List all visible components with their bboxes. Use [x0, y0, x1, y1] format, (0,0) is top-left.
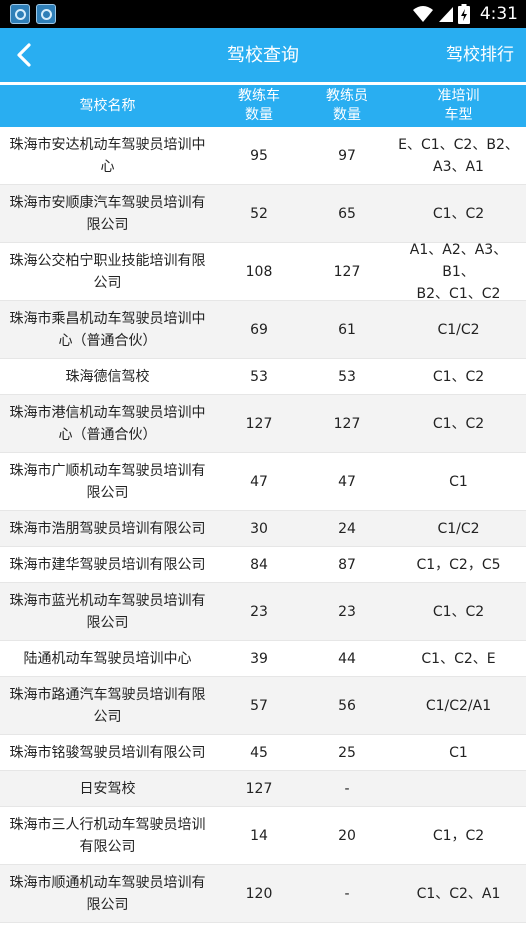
school-name: 珠海市安达机动车驾驶员培训中心 [9, 136, 206, 175]
school-name: 珠海市路通汽车驾驶员培训有限 公司 [9, 686, 206, 725]
vehicle-types: C1、C2 [432, 368, 485, 385]
vehicle-types: C1/C2/A1 [425, 697, 492, 714]
table-row[interactable]: 珠海公交柏宁职业技能培训有限 公司 108 127 A1、A2、A3、B1、 B2、… [0, 241, 526, 302]
car-count: 120 [245, 885, 273, 902]
vehicle-types: C1，C2，C5 [416, 556, 501, 573]
school-name: 珠海德信驾校 [65, 368, 150, 385]
table-row[interactable]: 珠海市浩朋驾驶员培训有限公司 30 24 C1/C2 [0, 511, 526, 547]
car-count: 69 [250, 321, 268, 338]
school-name: 珠海公交柏宁职业技能培训有限 公司 [9, 252, 206, 291]
car-count: 52 [250, 205, 268, 222]
vehicle-types: C1 [449, 744, 468, 761]
car-count: 47 [250, 473, 268, 490]
car-count: 127 [245, 415, 273, 432]
vehicle-types: C1、C2 [432, 415, 485, 432]
coach-count: 24 [338, 520, 356, 537]
coach-count: 97 [338, 147, 356, 164]
table-header: 驾校名称 教练车 数量 教练员 数量 准培训 车型 [0, 85, 526, 127]
school-ranking-button[interactable]: 驾校排行 [446, 28, 514, 83]
vehicle-types: C1、C2、E [421, 650, 496, 667]
car-count: 108 [245, 263, 273, 280]
school-name: 珠海市浩朋驾驶员培训有限公司 [9, 520, 206, 537]
school-table: 珠海市安达机动车驾驶员培训中心 95 97 E、C1、C2、B2、 A3、A1 珠… [0, 127, 526, 923]
table-row[interactable]: 珠海市路通汽车驾驶员培训有限 公司 57 56 C1/C2/A1 [0, 677, 526, 735]
vehicle-types: C1/C2 [437, 321, 480, 338]
coach-count: 61 [338, 321, 356, 338]
car-count: 14 [250, 827, 268, 844]
vehicle-types: C1 [449, 473, 468, 490]
table-row[interactable]: 珠海德信驾校 53 53 C1、C2 [0, 359, 526, 395]
table-row[interactable]: 珠海市安达机动车驾驶员培训中心 95 97 E、C1、C2、B2、 A3、A1 [0, 127, 526, 185]
car-count: 57 [250, 697, 268, 714]
battery-icon [457, 4, 470, 24]
coach-count: 87 [338, 556, 356, 573]
signal-icon [438, 7, 453, 22]
coach-count: 127 [333, 415, 361, 432]
car-count: 127 [245, 780, 273, 797]
column-header-school-name: 驾校名称 [79, 97, 136, 114]
school-name: 珠海市建华驾驶员培训有限公司 [9, 556, 206, 573]
school-name: 珠海市乘昌机动车驾驶员培训中 心（普通合伙） [9, 310, 206, 349]
car-count: 30 [250, 520, 268, 537]
school-name: 珠海市铭骏驾驶员培训有限公司 [9, 744, 206, 761]
table-row[interactable]: 日安驾校 127 - [0, 771, 526, 807]
vehicle-types: C1/C2 [437, 520, 480, 537]
school-name: 珠海市顺通机动车驾驶员培训有 限公司 [9, 874, 206, 913]
table-row[interactable]: 珠海市建华驾驶员培训有限公司 84 87 C1，C2，C5 [0, 547, 526, 583]
wifi-icon [412, 6, 433, 22]
coach-count: - [344, 885, 350, 902]
school-name: 珠海市三人行机动车驾驶员培训 有限公司 [9, 816, 206, 855]
school-name: 珠海市蓝光机动车驾驶员培训有 限公司 [9, 592, 206, 631]
coach-count: 127 [333, 263, 361, 280]
table-row[interactable]: 珠海市港信机动车驾驶员培训中 心（普通合伙） 127 127 C1、C2 [0, 395, 526, 453]
vehicle-types: C1、C2 [432, 205, 485, 222]
table-row[interactable]: 珠海市三人行机动车驾驶员培训 有限公司 14 20 C1，C2 [0, 807, 526, 865]
app-bar: 驾校查询 驾校排行 [0, 28, 526, 83]
column-header-car-count: 教练车 数量 [238, 88, 280, 123]
car-count: 45 [250, 744, 268, 761]
app-icon [36, 4, 56, 24]
coach-count: 56 [338, 697, 356, 714]
car-count: 53 [250, 368, 268, 385]
table-row[interactable]: 珠海市铭骏驾驶员培训有限公司 45 25 C1 [0, 735, 526, 771]
car-count: 95 [250, 147, 268, 164]
app-icon [10, 4, 30, 24]
coach-count: 53 [338, 368, 356, 385]
status-time: 4:31 [479, 4, 518, 24]
vehicle-types: A1、A2、A3、B1、 B2、C1、C2 [409, 241, 508, 302]
coach-count: 44 [338, 650, 356, 667]
car-count: 23 [250, 603, 268, 620]
car-count: 84 [250, 556, 268, 573]
column-header-vehicle-types: 准培训 车型 [437, 88, 480, 123]
status-bar: 4:31 [0, 0, 526, 28]
school-name: 珠海市广顺机动车驾驶员培训有 限公司 [9, 462, 206, 501]
school-name: 珠海市港信机动车驾驶员培训中 心（普通合伙） [9, 404, 206, 443]
school-name: 陆通机动车驾驶员培训中心 [23, 650, 192, 667]
coach-count: 65 [338, 205, 356, 222]
vehicle-types: C1，C2 [432, 827, 485, 844]
vehicle-types: C1、C2 [432, 603, 485, 620]
column-header-coach-count: 教练员 数量 [326, 88, 368, 123]
table-row[interactable]: 珠海市安顺康汽车驾驶员培训有 限公司 52 65 C1、C2 [0, 185, 526, 243]
coach-count: 23 [338, 603, 356, 620]
vehicle-types [391, 771, 526, 806]
coach-count: - [344, 780, 350, 797]
school-name: 珠海市安顺康汽车驾驶员培训有 限公司 [9, 194, 206, 233]
coach-count: 20 [338, 827, 356, 844]
coach-count: 25 [338, 744, 356, 761]
table-row[interactable]: 珠海市蓝光机动车驾驶员培训有 限公司 23 23 C1、C2 [0, 583, 526, 641]
car-count: 39 [250, 650, 268, 667]
school-name: 日安驾校 [79, 780, 136, 797]
table-row[interactable]: 珠海市广顺机动车驾驶员培训有 限公司 47 47 C1 [0, 453, 526, 511]
coach-count: 47 [338, 473, 356, 490]
vehicle-types: C1、C2、A1 [416, 885, 501, 902]
table-row[interactable]: 珠海市顺通机动车驾驶员培训有 限公司 120 - C1、C2、A1 [0, 865, 526, 923]
table-row[interactable]: 陆通机动车驾驶员培训中心 39 44 C1、C2、E [0, 641, 526, 677]
vehicle-types: E、C1、C2、B2、 A3、A1 [398, 136, 519, 175]
table-row[interactable]: 珠海市乘昌机动车驾驶员培训中 心（普通合伙） 69 61 C1/C2 [0, 301, 526, 359]
